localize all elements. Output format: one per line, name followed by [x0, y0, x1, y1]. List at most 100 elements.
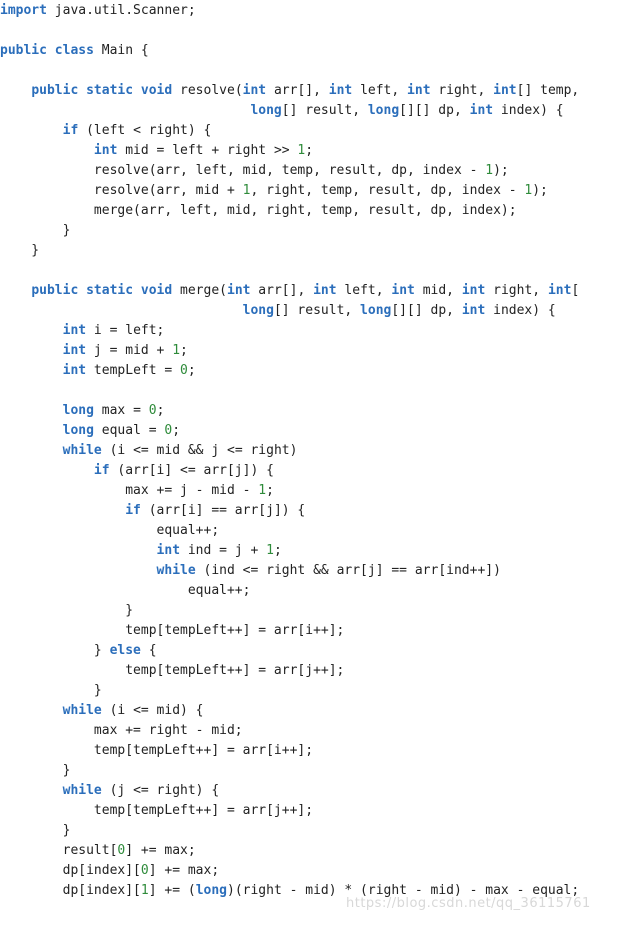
code-token-plain: }	[0, 823, 71, 838]
code-token-kw: int	[62, 343, 87, 358]
code-token-plain: ind = j +	[180, 543, 267, 558]
code-line: }	[0, 761, 617, 781]
code-token-plain: arr[],	[250, 283, 314, 298]
code-token-plain: resolve(arr, mid +	[0, 183, 243, 198]
java-source-code: import java.util.Scanner; public class M…	[0, 1, 617, 901]
code-token-plain: arr[],	[266, 83, 329, 98]
code-line: result[0] += max;	[0, 841, 617, 861]
code-line: public static void merge(int arr[], int …	[0, 281, 617, 301]
code-line: if (left < right) {	[0, 121, 617, 141]
code-line: equal++;	[0, 581, 617, 601]
code-token-plain: }	[0, 763, 71, 778]
code-token-plain: );	[493, 163, 509, 178]
code-line: dp[index][1] += (long)(right - mid) * (r…	[0, 881, 617, 901]
code-line: while (j <= right) {	[0, 781, 617, 801]
code-token-num: 1	[485, 163, 494, 178]
code-token-plain: merge(arr, left, mid, right, temp, resul…	[0, 203, 517, 218]
code-token-plain: (i <= mid) {	[101, 703, 204, 718]
code-token-plain: [] temp,	[516, 83, 580, 98]
code-token-plain: resolve(arr, left, mid, temp, result, dp…	[0, 163, 486, 178]
code-token-plain: equal =	[93, 423, 165, 438]
code-token-plain: (left < right) {	[78, 123, 212, 138]
code-line: resolve(arr, left, mid, temp, result, dp…	[0, 161, 617, 181]
code-token-plain: max =	[93, 403, 149, 418]
code-token-plain: i = left;	[86, 323, 165, 338]
code-line: temp[tempLeft++] = arr[j++];	[0, 801, 617, 821]
code-line: } else {	[0, 641, 617, 661]
code-token-num: 1	[172, 343, 181, 358]
code-token-num: 1	[140, 883, 149, 898]
code-token-plain: (arr[i] <= arr[j]) {	[109, 463, 274, 478]
code-line: import java.util.Scanner;	[0, 1, 617, 21]
code-token-kw: int	[313, 283, 337, 298]
code-line: while (ind <= right && arr[j] == arr[ind…	[0, 561, 617, 581]
code-token-kw: int	[469, 103, 494, 118]
code-token-plain: temp[tempLeft++] = arr[j++];	[0, 803, 314, 818]
code-token-plain: mid = left + right >>	[117, 143, 298, 158]
code-token-plain: ] += max;	[125, 843, 196, 858]
code-line: }	[0, 601, 617, 621]
code-token-plain: }	[0, 603, 134, 618]
code-token-kw: while	[156, 563, 196, 578]
code-token-kw: public class	[0, 43, 94, 58]
code-token-kw: int	[547, 283, 572, 298]
code-token-plain: max += right - mid;	[0, 723, 243, 738]
code-token-kw: while	[62, 703, 102, 718]
code-token-plain: {	[140, 643, 157, 658]
code-token-kw: long	[367, 103, 400, 118]
code-line: long equal = 0;	[0, 421, 617, 441]
code-token-plain: right,	[430, 83, 494, 98]
code-token-plain: );	[532, 183, 548, 198]
code-token-kw: long	[250, 103, 282, 118]
code-token-kw: int	[227, 283, 251, 298]
code-token-plain: )(right - mid) * (right - mid) - max - e…	[227, 883, 580, 898]
code-line: while (i <= mid && j <= right)	[0, 441, 617, 461]
code-line: while (i <= mid) {	[0, 701, 617, 721]
code-token-num: 1	[258, 483, 267, 498]
code-line: long[] result, long[][] dp, int index) {	[0, 101, 617, 121]
code-line: }	[0, 821, 617, 841]
code-token-plain: ] += (	[148, 883, 196, 898]
code-token-num: 0	[180, 363, 188, 378]
code-token-kw: int	[62, 323, 87, 338]
code-token-plain: ;	[273, 543, 282, 558]
code-token-kw: int	[461, 283, 486, 298]
code-token-plain: merge(	[172, 283, 227, 298]
code-token-kw: else	[109, 643, 141, 658]
code-token-num: 0	[140, 863, 149, 878]
code-token-num: 1	[266, 543, 274, 558]
code-line: temp[tempLeft++] = arr[j++];	[0, 661, 617, 681]
code-token-kw: import	[0, 3, 47, 18]
code-token-num: 0	[148, 403, 157, 418]
code-token-plain: [	[571, 283, 580, 298]
code-token-kw: long	[62, 423, 94, 438]
code-token-kw: long	[242, 303, 274, 318]
code-line: temp[tempLeft++] = arr[i++];	[0, 621, 617, 641]
code-token-kw: int	[62, 363, 87, 378]
code-token-plain: ;	[187, 363, 196, 378]
code-token-plain: j = mid +	[86, 343, 173, 358]
code-token-plain: dp[index][	[0, 863, 141, 878]
code-token-plain: (arr[i] == arr[j]) {	[140, 503, 306, 518]
code-token-plain: ;	[266, 483, 274, 498]
code-token-kw: int	[242, 83, 267, 98]
code-line: int j = mid + 1;	[0, 341, 617, 361]
code-token-plain: index) {	[493, 103, 564, 118]
code-token-kw: int	[328, 83, 353, 98]
code-token-kw: long	[195, 883, 227, 898]
code-token-kw: if	[62, 123, 79, 138]
code-line: public class Main {	[0, 41, 617, 61]
code-token-plain: resolve(	[172, 83, 243, 98]
